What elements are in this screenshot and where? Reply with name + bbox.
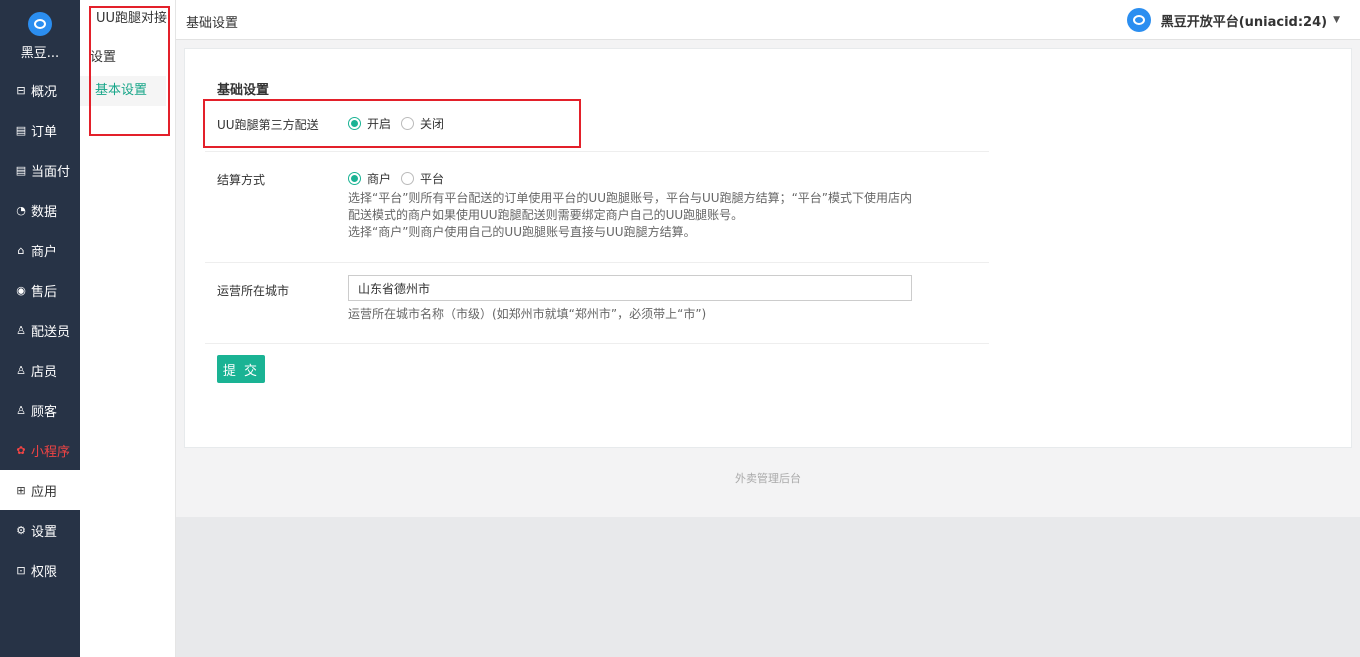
breadcrumb: 基础设置 [186, 16, 239, 31]
sub-sidebar-group: 设置 [90, 50, 117, 65]
form-row-settlement: 结算方式 商户 平台 选择“平台”则所有平台配送的订单使用平台的UU跑腿账号，平… [205, 152, 989, 263]
settlement-platform-radio[interactable]: 平台 [401, 170, 444, 187]
sidebar-item-aftersale[interactable]: ◉ 售后 [0, 270, 80, 310]
sidebar-item-apps[interactable]: ⊞ 应用 [0, 470, 80, 510]
sidebar-item-clerk[interactable]: ♙ 店员 [0, 350, 80, 390]
delivery-label: UU跑腿第三方配送 [217, 118, 319, 132]
sidebar-item-label: 设置 [31, 524, 58, 540]
sidebar-item-pay[interactable]: ▤ 当面付 [0, 150, 80, 190]
delivery-radio-group: 开启 关闭 [348, 115, 454, 132]
sidebar-item-dashboard[interactable]: ⊟ 概况 [0, 70, 80, 110]
miniprogram-icon: ✿ [16, 443, 26, 457]
settlement-radio-group: 商户 平台 [348, 170, 454, 187]
sidebar-item-settings[interactable]: ⚙ 设置 [0, 510, 80, 550]
sidebar-item-label: 当面付 [31, 164, 71, 180]
sidebar-item-label: 顾客 [31, 404, 58, 420]
courier-icon: ♙ [16, 323, 26, 337]
sidebar-item-label: 订单 [31, 124, 58, 140]
city-help: 运营所在城市名称（市级）(如郑州市就填“郑州市”，必须带上“市”) [348, 307, 707, 321]
sub-sidebar-title: UU跑腿对接 [96, 11, 168, 26]
city-input[interactable] [348, 275, 912, 301]
sidebar-item-label: 小程序 [31, 444, 71, 460]
top-bar: 基础设置 黑豆开放平台(uniacid:24) ▼ [176, 0, 1360, 40]
sidebar-item-label: 数据 [31, 204, 58, 220]
avatar [1126, 8, 1151, 32]
delivery-on-radio[interactable]: 开启 [348, 115, 391, 132]
brand-name: 黑豆... [20, 46, 60, 61]
user-name: 黑豆开放平台(uniacid:24) [1160, 14, 1328, 30]
main-menu: ⊟ 概况 ▤ 订单 ▤ 当面付 ◔ 数据 ⌂ 商户 ◉ 售后 ♙ 配送员 ♙ 店员 ♙ 顾客 ✿ 小程序 ⊞ 应用 ⚙ 设置 ⊡… [0, 70, 80, 590]
aftersale-icon: ◉ [16, 283, 26, 297]
dashboard-icon: ⊟ [16, 83, 26, 97]
sub-sidebar: UU跑腿对接 设置 基本设置 [80, 0, 176, 657]
customer-icon: ♙ [16, 403, 26, 417]
sidebar-item-label: 商户 [31, 244, 58, 260]
main-sidebar: 黑豆... ⊟ 概况 ▤ 订单 ▤ 当面付 ◔ 数据 ⌂ 商户 ◉ 售后 ♙ 配送员 ♙ 店员 ♙ 顾客 ✿ 小程序 ⊞… [0, 0, 80, 657]
sidebar-item-label: 权限 [31, 564, 58, 580]
brand[interactable]: 黑豆... [0, 0, 80, 70]
shop-icon: ⌂ [17, 243, 25, 257]
sidebar-item-miniprogram[interactable]: ✿ 小程序 [0, 430, 80, 470]
page-title: 基础设置 [217, 83, 270, 98]
sidebar-item-label: 应用 [31, 484, 58, 500]
city-label: 运营所在城市 [217, 284, 290, 298]
caret-down-icon: ▼ [1333, 15, 1340, 25]
main-content: 基础设置 UU跑腿第三方配送 开启 关闭 结算方式 商户 平台 选择“平台”则所… [176, 40, 1360, 517]
settlement-merchant-radio[interactable]: 商户 [348, 170, 391, 187]
settings-icon: ⚙ [16, 523, 26, 537]
sidebar-item-label: 配送员 [31, 324, 71, 340]
sidebar-item-data[interactable]: ◔ 数据 [0, 190, 80, 230]
sidebar-item-label: 售后 [31, 284, 58, 300]
brand-logo-icon [28, 12, 52, 36]
order-icon: ▤ [15, 123, 27, 137]
sidebar-item-customer[interactable]: ♙ 顾客 [0, 390, 80, 430]
submit-button[interactable]: 提 交 [217, 355, 265, 383]
lock-icon: ⊡ [16, 563, 26, 577]
sidebar-item-label: 店员 [31, 364, 58, 380]
sidebar-item-shop[interactable]: ⌂ 商户 [0, 230, 80, 270]
data-icon: ◔ [16, 203, 26, 217]
form-row-city: 运营所在城市 运营所在城市名称（市级）(如郑州市就填“郑州市”，必须带上“市”) [205, 263, 989, 344]
sidebar-item-lock[interactable]: ⊡ 权限 [0, 550, 80, 590]
form-row-delivery: UU跑腿第三方配送 开启 关闭 [205, 104, 989, 152]
apps-icon: ⊞ [16, 483, 26, 497]
sidebar-item-label: 概况 [31, 84, 58, 100]
sidebar-item-order[interactable]: ▤ 订单 [0, 110, 80, 150]
pay-icon: ▤ [15, 163, 27, 177]
sub-sidebar-item-basic-settings[interactable]: 基本设置 [80, 76, 166, 106]
sidebar-item-courier[interactable]: ♙ 配送员 [0, 310, 80, 350]
footer-text: 外卖管理后台 [735, 472, 801, 485]
settlement-label: 结算方式 [217, 173, 266, 187]
settlement-help: 选择“平台”则所有平台配送的订单使用平台的UU跑腿账号，平台与UU跑腿方结算；“… [348, 191, 913, 239]
clerk-icon: ♙ [16, 363, 26, 377]
user-menu[interactable]: 黑豆开放平台(uniacid:24) ▼ [1126, 8, 1340, 32]
settings-panel: 基础设置 UU跑腿第三方配送 开启 关闭 结算方式 商户 平台 选择“平台”则所… [184, 48, 1352, 448]
delivery-off-radio[interactable]: 关闭 [401, 115, 444, 132]
